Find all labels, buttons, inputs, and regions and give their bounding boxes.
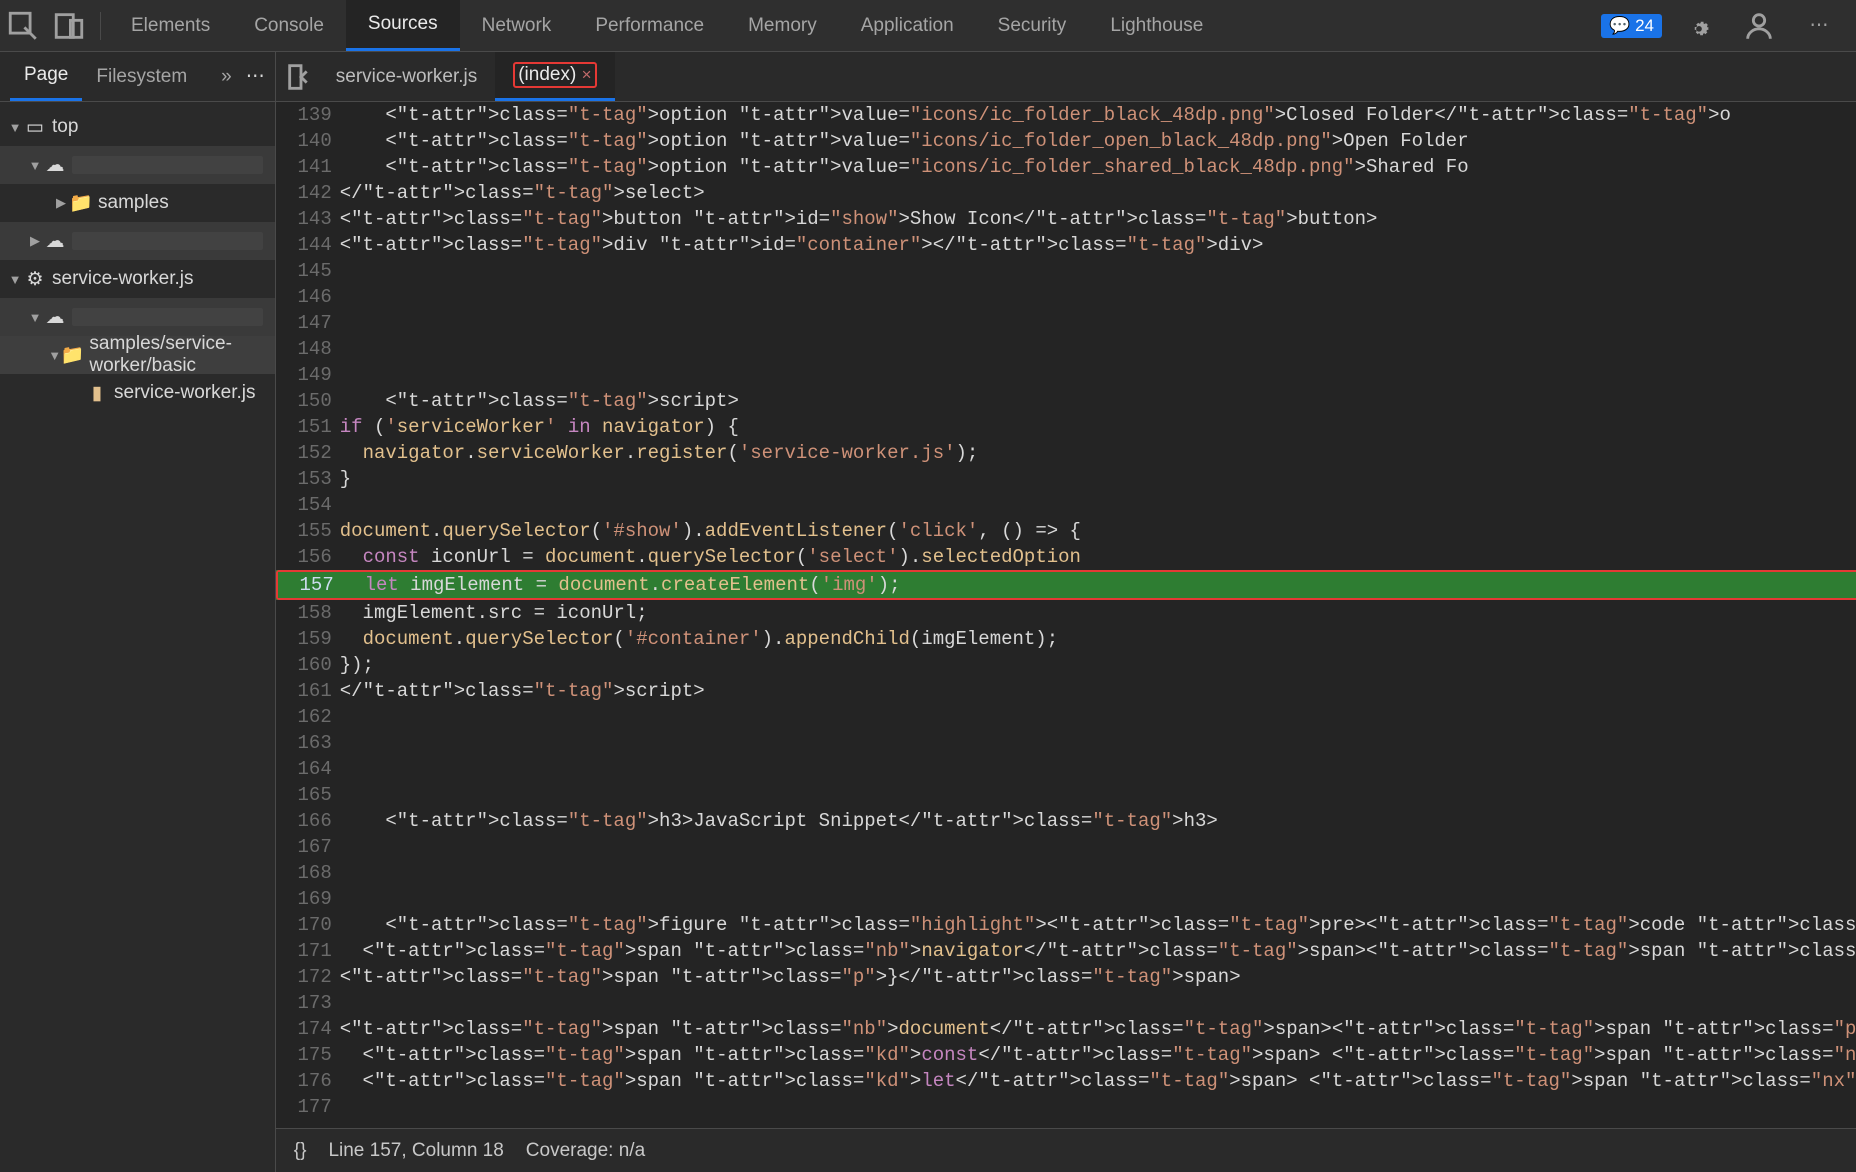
folder-icon: 📁 — [61, 343, 83, 367]
inspect-icon[interactable] — [6, 9, 40, 43]
tree-path-label: samples/service-worker/basic — [89, 333, 274, 377]
kebab-icon[interactable]: ⋯ — [1802, 9, 1836, 43]
window-icon: ▭ — [24, 116, 46, 139]
tab-memory[interactable]: Memory — [726, 0, 839, 51]
code-line[interactable]: 153} — [276, 466, 1856, 492]
cursor-position: Line 157, Column 18 — [328, 1140, 503, 1162]
code-line[interactable]: 155document.querySelector('#show').addEv… — [276, 518, 1856, 544]
code-line[interactable]: 165 — [276, 782, 1856, 808]
code-line[interactable]: 152 navigator.serviceWorker.register('se… — [276, 440, 1856, 466]
device-toggle-icon[interactable] — [52, 9, 86, 43]
code-line[interactable]: 164 — [276, 756, 1856, 782]
code-line[interactable]: 140 <"t-attr">class="t-tag">option "t-at… — [276, 128, 1856, 154]
code-line[interactable]: 167 — [276, 834, 1856, 860]
nav-files-icon[interactable] — [284, 60, 318, 94]
subtab-filesystem[interactable]: Filesystem — [82, 52, 201, 101]
main-panel-tabs: Elements Console Sources Network Perform… — [109, 0, 1225, 51]
tree-file-label: service-worker.js — [114, 382, 255, 404]
editor-tab-index[interactable]: (index) × — [495, 52, 614, 101]
tab-application[interactable]: Application — [839, 0, 976, 51]
tree-top-label: top — [52, 116, 78, 138]
code-line[interactable]: 176 <"t-attr">class="t-tag">span "t-attr… — [276, 1068, 1856, 1094]
code-line[interactable]: 174<"t-attr">class="t-tag">span "t-attr"… — [276, 1016, 1856, 1042]
code-line[interactable]: 146 — [276, 284, 1856, 310]
code-line[interactable]: 160}); — [276, 652, 1856, 678]
tree-cloud-1[interactable]: ▼☁ — [0, 146, 275, 184]
code-line[interactable]: 156 const iconUrl = document.querySelect… — [276, 544, 1856, 570]
code-line[interactable]: 147 — [276, 310, 1856, 336]
code-line[interactable]: 144<"t-attr">class="t-tag">div "t-attr">… — [276, 232, 1856, 258]
tab-lighthouse[interactable]: Lighthouse — [1088, 0, 1225, 51]
file-tree: ▼▭ top ▼☁ ▶📁 samples ▶☁ ▼⚙ service-worke… — [0, 102, 275, 1172]
code-line[interactable]: 163 — [276, 730, 1856, 756]
code-line[interactable]: 172<"t-attr">class="t-tag">span "t-attr"… — [276, 964, 1856, 990]
folder-icon: 📁 — [70, 191, 92, 215]
code-line[interactable]: 141 <"t-attr">class="t-tag">option "t-at… — [276, 154, 1856, 180]
code-line[interactable]: 150 <"t-attr">class="t-tag">script> — [276, 388, 1856, 414]
code-line[interactable]: 175 <"t-attr">class="t-tag">span "t-attr… — [276, 1042, 1856, 1068]
tab-performance[interactable]: Performance — [573, 0, 726, 51]
code-line[interactable]: 166 <"t-attr">class="t-tag">h3>JavaScrip… — [276, 808, 1856, 834]
tab-network[interactable]: Network — [460, 0, 574, 51]
code-line[interactable]: 173 — [276, 990, 1856, 1016]
tree-cloud-2[interactable]: ▶☁ — [0, 222, 275, 260]
tree-cloud-3[interactable]: ▼☁ — [0, 298, 275, 336]
cloud-icon: ☁ — [44, 154, 66, 177]
code-line[interactable]: 143<"t-attr">class="t-tag">button "t-att… — [276, 206, 1856, 232]
cloud-icon: ☁ — [44, 230, 66, 253]
subtab-page[interactable]: Page — [10, 52, 82, 101]
code-line[interactable]: 161</"t-attr">class="t-tag">script> — [276, 678, 1856, 704]
cloud-icon: ☁ — [44, 306, 66, 329]
tree-samples[interactable]: ▶📁 samples — [0, 184, 275, 222]
code-line[interactable]: 170 <"t-attr">class="t-tag">figure "t-at… — [276, 912, 1856, 938]
code-line[interactable]: 139 <"t-attr">class="t-tag">option "t-at… — [276, 102, 1856, 128]
code-line[interactable]: 151if ('serviceWorker' in navigator) { — [276, 414, 1856, 440]
tree-file-sw[interactable]: ▮ service-worker.js — [0, 374, 275, 412]
close-tab-icon[interactable]: × — [582, 65, 592, 84]
js-file-icon: ▮ — [86, 382, 108, 405]
editor-tab-index-label: (index) — [518, 64, 576, 85]
code-line[interactable]: 168 — [276, 860, 1856, 886]
tab-sources[interactable]: Sources — [346, 0, 460, 51]
subtabs-kebab-icon[interactable]: ⋯ — [246, 65, 265, 88]
code-line[interactable]: 158 imgElement.src = iconUrl; — [276, 600, 1856, 626]
account-icon[interactable] — [1742, 9, 1776, 43]
editor-tab-sw[interactable]: service-worker.js — [318, 52, 495, 101]
code-line[interactable]: 149 — [276, 362, 1856, 388]
settings-icon[interactable] — [1682, 9, 1716, 43]
gear-icon: ⚙ — [24, 268, 46, 291]
issues-badge[interactable]: 💬 24 — [1601, 14, 1662, 38]
pretty-print-icon[interactable]: {} — [294, 1140, 307, 1162]
tree-path-folder[interactable]: ▼📁 samples/service-worker/basic — [0, 336, 275, 374]
code-line[interactable]: 171 <"t-attr">class="t-tag">span "t-attr… — [276, 938, 1856, 964]
code-line[interactable]: 145 — [276, 258, 1856, 284]
coverage-status: Coverage: n/a — [526, 1140, 645, 1162]
tab-elements[interactable]: Elements — [109, 0, 232, 51]
code-line[interactable]: 177 — [276, 1094, 1856, 1120]
code-line[interactable]: 162 — [276, 704, 1856, 730]
editor-tab-sw-label: service-worker.js — [336, 66, 477, 88]
more-subtabs-icon[interactable]: » — [207, 52, 246, 101]
code-line[interactable]: 169 — [276, 886, 1856, 912]
code-line[interactable]: 154 — [276, 492, 1856, 518]
tab-console[interactable]: Console — [232, 0, 346, 51]
code-editor[interactable]: 139 <"t-attr">class="t-tag">option "t-at… — [276, 102, 1856, 1128]
code-line[interactable]: 157 let imgElement = document.createElem… — [276, 570, 1856, 600]
code-line[interactable]: 159 document.querySelector('#container')… — [276, 626, 1856, 652]
tab-security[interactable]: Security — [976, 0, 1089, 51]
tree-sw-root-label: service-worker.js — [52, 268, 193, 290]
tree-top[interactable]: ▼▭ top — [0, 108, 275, 146]
code-line[interactable]: 148 — [276, 336, 1856, 362]
tree-samples-label: samples — [98, 192, 169, 214]
tree-sw-root[interactable]: ▼⚙ service-worker.js — [0, 260, 275, 298]
code-line[interactable]: 142</"t-attr">class="t-tag">select> — [276, 180, 1856, 206]
